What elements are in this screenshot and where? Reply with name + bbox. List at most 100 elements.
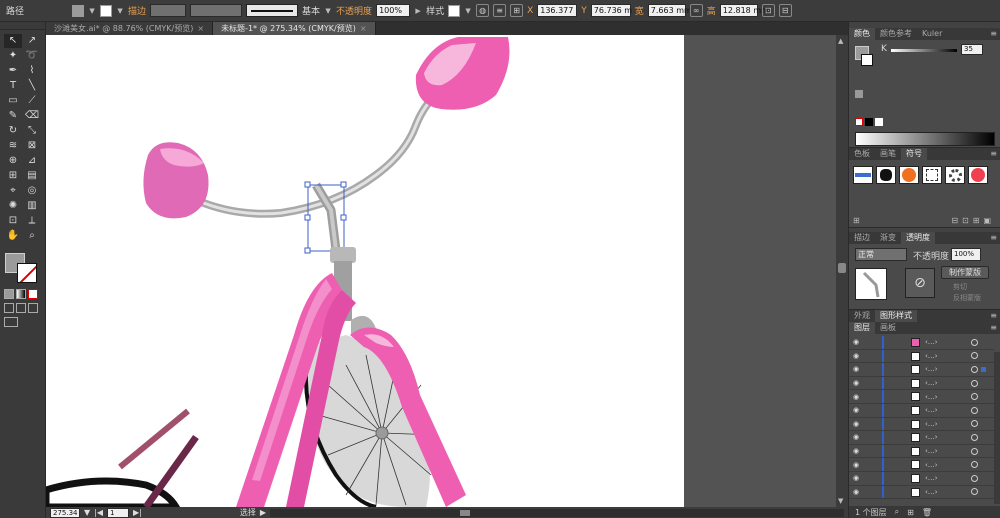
none-mode-button[interactable] [28, 289, 38, 299]
tab-appearance[interactable]: 外观 [849, 310, 875, 322]
tab-brushes[interactable]: 画笔 [875, 148, 901, 160]
type-tool-icon[interactable]: T [4, 79, 22, 93]
height-label[interactable]: 高 [707, 4, 716, 17]
eye-icon[interactable]: ◉ [849, 393, 863, 401]
eraser-tool-icon[interactable]: ⌫ [23, 109, 41, 123]
transform-reference-icon[interactable]: ⊞ [510, 4, 524, 17]
artboard-tool-icon[interactable]: ⊡ [4, 214, 22, 228]
isolate-icon[interactable]: ⊟ [778, 4, 792, 17]
screen-mode-icon[interactable] [4, 317, 18, 327]
eye-icon[interactable]: ◉ [849, 461, 863, 469]
clip-checkbox-label[interactable]: 剪切 [953, 282, 967, 292]
symbol-sprayer-tool-icon[interactable]: ✺ [4, 199, 22, 213]
eye-icon[interactable]: ◉ [849, 488, 863, 496]
symbol-item[interactable] [876, 166, 896, 184]
direct-selection-tool-icon[interactable]: ↗ [23, 34, 41, 48]
stroke-swatch[interactable] [100, 4, 113, 17]
column-graph-tool-icon[interactable]: ▥ [23, 199, 41, 213]
link-icon[interactable]: ∞ [689, 4, 703, 17]
stroke-label[interactable]: 描边 [128, 4, 146, 17]
handlebar-bar[interactable] [192, 89, 442, 218]
slice-tool-icon[interactable]: ⟂ [23, 214, 41, 228]
y-label[interactable]: Y [581, 6, 587, 16]
close-icon[interactable]: × [360, 22, 367, 35]
lasso-tool-icon[interactable]: ➰ [23, 49, 41, 63]
opacity-label[interactable]: 不透明度 [336, 4, 372, 17]
symbol-item[interactable] [968, 166, 988, 184]
symbol-library-icon[interactable]: ⊞ [853, 216, 860, 225]
opacity-field[interactable]: 100% [951, 248, 981, 261]
layer-row[interactable]: ◉ ‹…› [849, 336, 994, 350]
vertical-scrollbar[interactable]: ▲ ▼ [836, 35, 848, 507]
eye-icon[interactable]: ◉ [849, 352, 863, 360]
curvature-tool-icon[interactable]: ⌇ [23, 64, 41, 78]
scroll-thumb[interactable] [460, 509, 471, 516]
stroke-swatch[interactable] [861, 54, 873, 66]
symbol-actions-icon[interactable]: ⊟⊡⊞▣ [951, 216, 995, 225]
selection-tool-icon[interactable]: ↖ [4, 34, 22, 48]
tab-gradient[interactable]: 渐变 [875, 232, 901, 244]
selection-handle[interactable] [340, 181, 347, 188]
scroll-up-icon[interactable]: ▲ [838, 37, 843, 45]
width-tool-icon[interactable]: ≋ [4, 139, 22, 153]
rotate-tool-icon[interactable]: ↻ [4, 124, 22, 138]
transform-icon[interactable]: ⊡ [761, 4, 775, 17]
symbol-item[interactable] [899, 166, 919, 184]
height-field[interactable]: 12.818 mm [719, 4, 769, 17]
chevron-right-icon[interactable]: ▶ [414, 5, 422, 17]
eye-icon[interactable]: ◉ [849, 365, 863, 373]
layer-row[interactable]: ◉ ‹…› [849, 349, 994, 364]
tab-color[interactable]: 颜色 [849, 28, 875, 40]
magic-wand-tool-icon[interactable]: ✦ [4, 49, 22, 63]
tab-artboards[interactable]: 画板 [875, 322, 901, 334]
selection-handle[interactable] [340, 214, 347, 221]
layer-row[interactable]: ◉ ‹…› [849, 458, 994, 472]
zoom-tool-icon[interactable]: ⌕ [23, 229, 41, 243]
panel-menu-icon[interactable]: ≡ [990, 232, 1000, 244]
layer-row[interactable]: ◉ ‹…› [849, 363, 994, 377]
layer-row[interactable]: ◉ ‹…› [849, 390, 994, 404]
eye-icon[interactable]: ◉ [849, 338, 863, 346]
pencil-tool-icon[interactable]: ✎ [4, 109, 22, 123]
make-mask-button[interactable]: 制作蒙版 [941, 266, 989, 279]
layer-row[interactable]: ◉ ‹…› [849, 431, 994, 445]
recolor-icon[interactable]: ◍ [476, 4, 490, 17]
panel-menu-icon[interactable]: ≡ [990, 322, 1000, 334]
bicycle-artwork[interactable] [46, 35, 848, 507]
head-tube-cap[interactable] [330, 247, 356, 263]
panel-grip[interactable] [0, 22, 45, 30]
k-value-field[interactable]: 35 [961, 44, 983, 55]
horizontal-scrollbar[interactable] [270, 508, 844, 517]
eye-icon[interactable]: ◉ [849, 433, 863, 441]
layer-row[interactable]: ◉ ‹…› [849, 444, 994, 459]
page-field[interactable]: 1 [107, 507, 130, 518]
layer-row[interactable]: ◉ ‹…› [849, 485, 994, 500]
eyedropper-tool-icon[interactable]: ⌖ [4, 184, 22, 198]
new-layer-icon[interactable]: ⊞ [907, 508, 914, 517]
blend-mode-select[interactable]: 正常 [855, 248, 907, 261]
panel-menu-icon[interactable]: ≡ [990, 310, 1000, 322]
chevron-down-icon[interactable]: ▼ [324, 5, 332, 17]
tab-graphic-styles[interactable]: 图形样式 [875, 310, 917, 322]
rectangle-tool-icon[interactable]: ▭ [4, 94, 22, 108]
invert-mask-checkbox-label[interactable]: 反相蒙版 [953, 293, 981, 303]
tab-document-1[interactable]: 沙滩美女.ai* @ 88.76% (CMYK/预览) × [46, 22, 214, 35]
k-slider[interactable] [891, 49, 957, 52]
last-page-icon[interactable]: ▶| [133, 508, 142, 517]
object-thumbnail[interactable] [855, 268, 887, 300]
color-spectrum[interactable] [855, 132, 995, 146]
chevron-down-icon[interactable]: ▼ [464, 5, 472, 17]
eye-icon[interactable]: ◉ [849, 406, 863, 414]
tab-document-2[interactable]: 未标题-1* @ 275.34% (CMYK/预览) × [213, 22, 376, 35]
draw-behind-icon[interactable] [16, 303, 26, 313]
draw-inside-icon[interactable] [28, 303, 38, 313]
selection-handle[interactable] [304, 247, 311, 254]
selection-handle[interactable] [304, 214, 311, 221]
style-swatch[interactable] [448, 4, 461, 17]
variable-width-field[interactable] [190, 4, 243, 17]
align-icon[interactable]: ≡ [493, 4, 507, 17]
free-transform-tool-icon[interactable]: ⊠ [23, 139, 41, 153]
canvas-area[interactable] [46, 35, 848, 507]
tab-color-guide[interactable]: 颜色参考 [875, 28, 917, 40]
gradient-tool-icon[interactable]: ▤ [23, 169, 41, 183]
